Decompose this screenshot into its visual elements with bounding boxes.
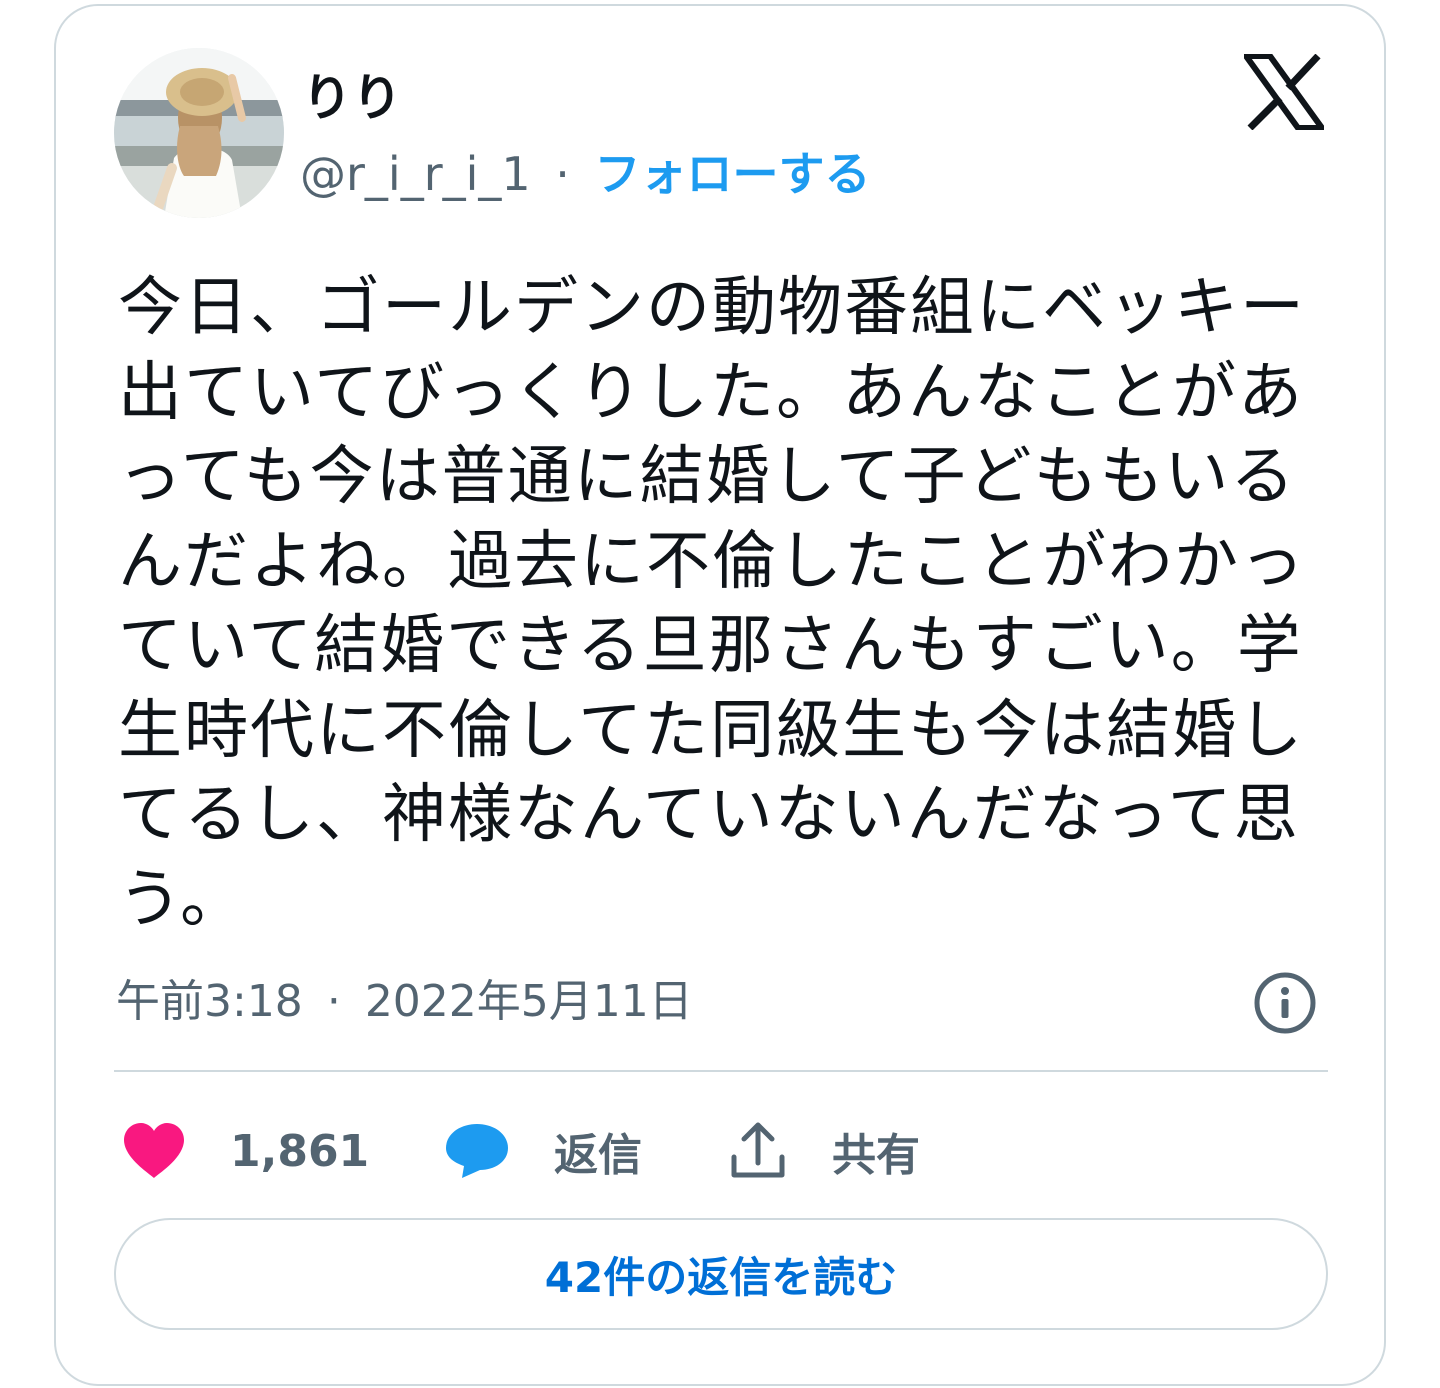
- speech-bubble-icon: [444, 1122, 510, 1180]
- follow-button[interactable]: フォローする: [595, 147, 871, 201]
- x-logo-icon[interactable]: [1243, 53, 1325, 131]
- heart-icon: [122, 1122, 186, 1180]
- tweet-date[interactable]: 2022年5月11日: [365, 976, 693, 1027]
- share-button[interactable]: 共有: [728, 1114, 920, 1188]
- user-handle[interactable]: @r_i_r_i_1: [300, 147, 531, 201]
- reply-label: 返信: [554, 1130, 642, 1181]
- read-replies-button[interactable]: 42件の返信を読む: [114, 1218, 1328, 1330]
- tweet-time[interactable]: 午前3:18: [116, 976, 303, 1027]
- share-label: 共有: [832, 1130, 920, 1181]
- like-count: 1,861: [230, 1125, 370, 1177]
- handle-separator: ·: [555, 147, 570, 201]
- tweet-card: りり @r_i_r_i_1 · フォローする 今日、ゴールデンの動物番組にベッキ…: [54, 4, 1386, 1386]
- tweet-text: 今日、ゴールデンの動物番組にベッキー出ていてびっくりした。あんなことがあっても今…: [118, 271, 1306, 937]
- tweet-meta[interactable]: 午前3:18 · 2022年5月11日: [116, 972, 693, 1032]
- avatar[interactable]: [114, 48, 284, 218]
- display-name[interactable]: りり: [302, 68, 402, 128]
- reply-button[interactable]: 返信: [444, 1114, 642, 1188]
- share-upload-icon: [728, 1121, 788, 1181]
- handle-row: @r_i_r_i_1 · フォローする: [300, 144, 871, 204]
- like-button[interactable]: 1,861: [122, 1114, 369, 1188]
- meta-separator: ·: [326, 976, 341, 1027]
- info-icon[interactable]: [1252, 970, 1318, 1036]
- divider: [114, 1070, 1328, 1072]
